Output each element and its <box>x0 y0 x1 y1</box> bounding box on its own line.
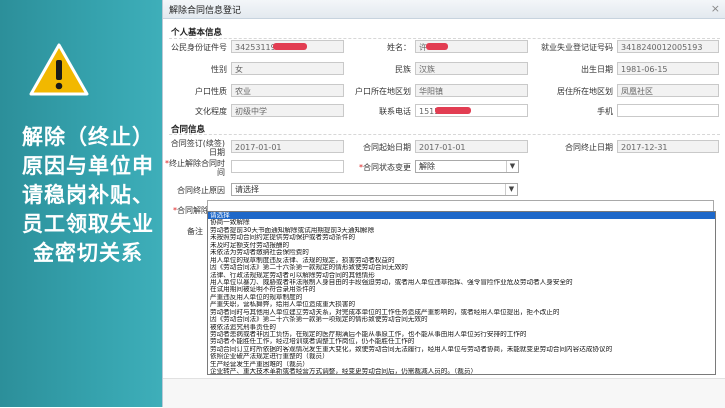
dialog-footer <box>163 378 725 408</box>
dropdown-option[interactable]: 被依法追究刑事责任的 <box>208 324 715 331</box>
end-reason-value: 请选择 <box>235 185 259 194</box>
dropdown-option[interactable]: 生产经营发生严重困难的（裁员） <box>208 361 715 368</box>
close-icon[interactable]: × <box>711 2 720 15</box>
dropdown-option[interactable]: 因《劳动合同法》第二十六条第一款第一项规定的情形致使劳动合同无效的 <box>208 316 715 323</box>
birth-date-field: 1981-06-15 <box>617 62 719 75</box>
redaction-mark <box>426 43 448 50</box>
dropdown-option[interactable]: 劳动者同时与其他用人单位建立劳动关系，对完成本单位的工作任务造成严重影响的，或者… <box>208 309 715 316</box>
dropdown-option[interactable]: 企业转产、重大技术革新或者经营方式调整，经变更劳动合同后，仍需裁减人员的。（裁员… <box>208 368 715 374</box>
mobile-label: 手机 <box>597 107 613 116</box>
end-date-field: 2017-12-31 <box>617 140 719 153</box>
slide-heading-line: 金密切关系 <box>33 240 143 265</box>
residence-area-value: 凤凰社区 <box>621 87 653 96</box>
dropdown-option[interactable]: 劳动合同订立时所依据的客观情况发生重大变化，致使劳动合同无法履行，经用人单位与劳… <box>208 346 715 353</box>
dropdown-option[interactable]: 因《劳动合同法》第二十六条第一款规定的情形致使劳动合同无效的 <box>208 264 715 271</box>
id-value: 34253119 <box>235 43 276 52</box>
ethnic-label: 民族 <box>395 65 411 74</box>
dropdown-option[interactable]: 未依法为劳动者缴纳社会保险费的 <box>208 249 715 256</box>
dropdown-option[interactable]: 用人单位的规章制度违反法律、法规的规定，损害劳动者权益的 <box>208 257 715 264</box>
hukou-area-value: 华阳镇 <box>419 87 443 96</box>
dropdown-option[interactable]: 协商一致解除 <box>208 219 715 226</box>
status-change-label-text: 合同状态变更 <box>363 163 411 172</box>
education-label: 文化程度 <box>195 107 227 116</box>
dialog-title: 解除合同信息登记 <box>169 6 242 16</box>
dropdown-option[interactable]: 严重违反用人单位的规章制度的 <box>208 294 715 301</box>
release-reason-dropdown-list[interactable]: 请选择 协商一致解除 劳动者提前30天书面通知解除或试用期提前3天通知解除 未按照劳动… <box>207 211 716 375</box>
end-reason-label: 合同终止原因 <box>177 186 225 195</box>
start-date-value: 2017-01-01 <box>419 143 466 152</box>
hukou-type-label: 户口性质 <box>195 87 227 96</box>
dropdown-option[interactable]: 在试用期间被证明不符合录用条件的 <box>208 286 715 293</box>
dropdown-option[interactable]: 劳动者患病或者非因工负伤，在规定的医疗期满后不能从事原工作，也不能从事由用人单位… <box>208 331 715 338</box>
dropdown-option[interactable]: 未及时足额支付劳动报酬的 <box>208 242 715 249</box>
end-date-value: 2017-12-31 <box>621 143 668 152</box>
ethnic-field: 汉族 <box>415 62 528 75</box>
contract-termination-dialog: 解除合同信息登记 × 个人基本信息 公民身份证件号 34253119 姓名： 许… <box>162 0 725 408</box>
dialog-title-bar: 解除合同信息登记 × <box>163 0 725 19</box>
dropdown-option[interactable]: 用人单位以暴力、威胁或者非法限制人身自由的手段强迫劳动，或者用人单位违章指挥、强… <box>208 279 715 286</box>
personal-section-title: 个人基本信息 <box>171 28 223 38</box>
slide-heading-line: 员工领取失业 <box>22 211 154 236</box>
unemployment-no-field: 3418240012005193 <box>617 40 719 53</box>
status-change-select[interactable]: 解除 ▼ <box>415 160 519 173</box>
chevron-down-icon: ▼ <box>506 161 518 172</box>
slide-heading-line: 原因与单位申 <box>22 153 154 178</box>
status-change-label: *合同状态变更 <box>353 162 411 173</box>
slide-heading-line: 请稳岗补贴、 <box>22 182 154 207</box>
termination-date-label-text: 终止解除合同时间 <box>169 159 225 177</box>
name-label: 姓名： <box>387 43 411 52</box>
start-date-label: 合同起始日期 <box>363 143 411 152</box>
unemployment-no-label: 就业失业登记证号码 <box>541 43 613 52</box>
mobile-input[interactable] <box>617 104 719 117</box>
termination-date-label: *终止解除合同时间 <box>163 159 225 177</box>
redaction-mark <box>435 107 471 114</box>
dropdown-option[interactable]: 劳动者不能胜任工作，经过培训或者调整工作岗位，仍不能胜任工作的 <box>208 338 715 345</box>
hukou-area-field: 华阳镇 <box>415 84 528 97</box>
residence-area-field: 凤凰社区 <box>617 84 719 97</box>
sign-date-label: 合同签订(续签)日期 <box>170 139 225 157</box>
birth-date-label: 出生日期 <box>581 65 613 74</box>
chevron-down-icon: ▼ <box>505 184 517 195</box>
end-date-label: 合同终止日期 <box>565 143 613 152</box>
slide-heading-line: 解除（终止） <box>22 124 154 149</box>
dropdown-option[interactable]: 劳动者提前30天书面通知解除或试用期提前3天通知解除 <box>208 227 715 234</box>
id-label: 公民身份证件号 <box>171 43 227 52</box>
warning-icon <box>29 43 89 96</box>
sign-date-value: 2017-01-01 <box>235 143 282 152</box>
gender-value: 女 <box>235 65 243 74</box>
residence-area-label: 居住所在地区划 <box>557 87 613 96</box>
dropdown-option[interactable]: 依照企业破产法规定进行重整的（裁员） <box>208 353 715 360</box>
end-reason-select[interactable]: 请选择 ▼ <box>231 183 518 196</box>
dropdown-option[interactable]: 未按照劳动合同约定提供劳动保护或者劳动条件的 <box>208 234 715 241</box>
start-date-field: 2017-01-01 <box>415 140 528 153</box>
gender-field: 女 <box>231 62 344 75</box>
birth-date-value: 1981-06-15 <box>621 65 668 74</box>
phone-input[interactable]: 1515 <box>415 104 528 117</box>
hukou-type-value: 农业 <box>235 87 251 96</box>
divider <box>169 134 720 135</box>
gender-label: 性别 <box>211 65 227 74</box>
unemployment-no-value: 3418240012005193 <box>621 43 703 52</box>
dropdown-option[interactable]: 严重失职，营私舞弊，给用人单位造成重大损害的 <box>208 301 715 308</box>
hukou-area-label: 户口所在地区划 <box>355 87 411 96</box>
education-value: 初级中学 <box>235 107 267 116</box>
slide-side-panel: 解除（终止） 原因与单位申 请稳岗补贴、 员工领取失业 金密切关系 <box>0 0 170 407</box>
slide-heading: 解除（终止） 原因与单位申 请稳岗补贴、 员工领取失业 金密切关系 <box>6 122 170 267</box>
status-change-value: 解除 <box>419 162 435 171</box>
dropdown-option[interactable]: 法律、行政法规规定劳动者可以解除劳动合同的其他情形 <box>208 272 715 279</box>
sign-date-field: 2017-01-01 <box>231 140 344 153</box>
divider <box>169 38 720 39</box>
ethnic-value: 汉族 <box>419 65 435 74</box>
education-field: 初级中学 <box>231 104 344 117</box>
dropdown-option[interactable]: 请选择 <box>208 212 715 220</box>
termination-date-input[interactable] <box>231 160 344 173</box>
hukou-type-field: 农业 <box>231 84 344 97</box>
phone-label: 联系电话 <box>379 107 411 116</box>
remark-label: 备注 <box>187 227 203 236</box>
redaction-mark <box>273 43 307 50</box>
